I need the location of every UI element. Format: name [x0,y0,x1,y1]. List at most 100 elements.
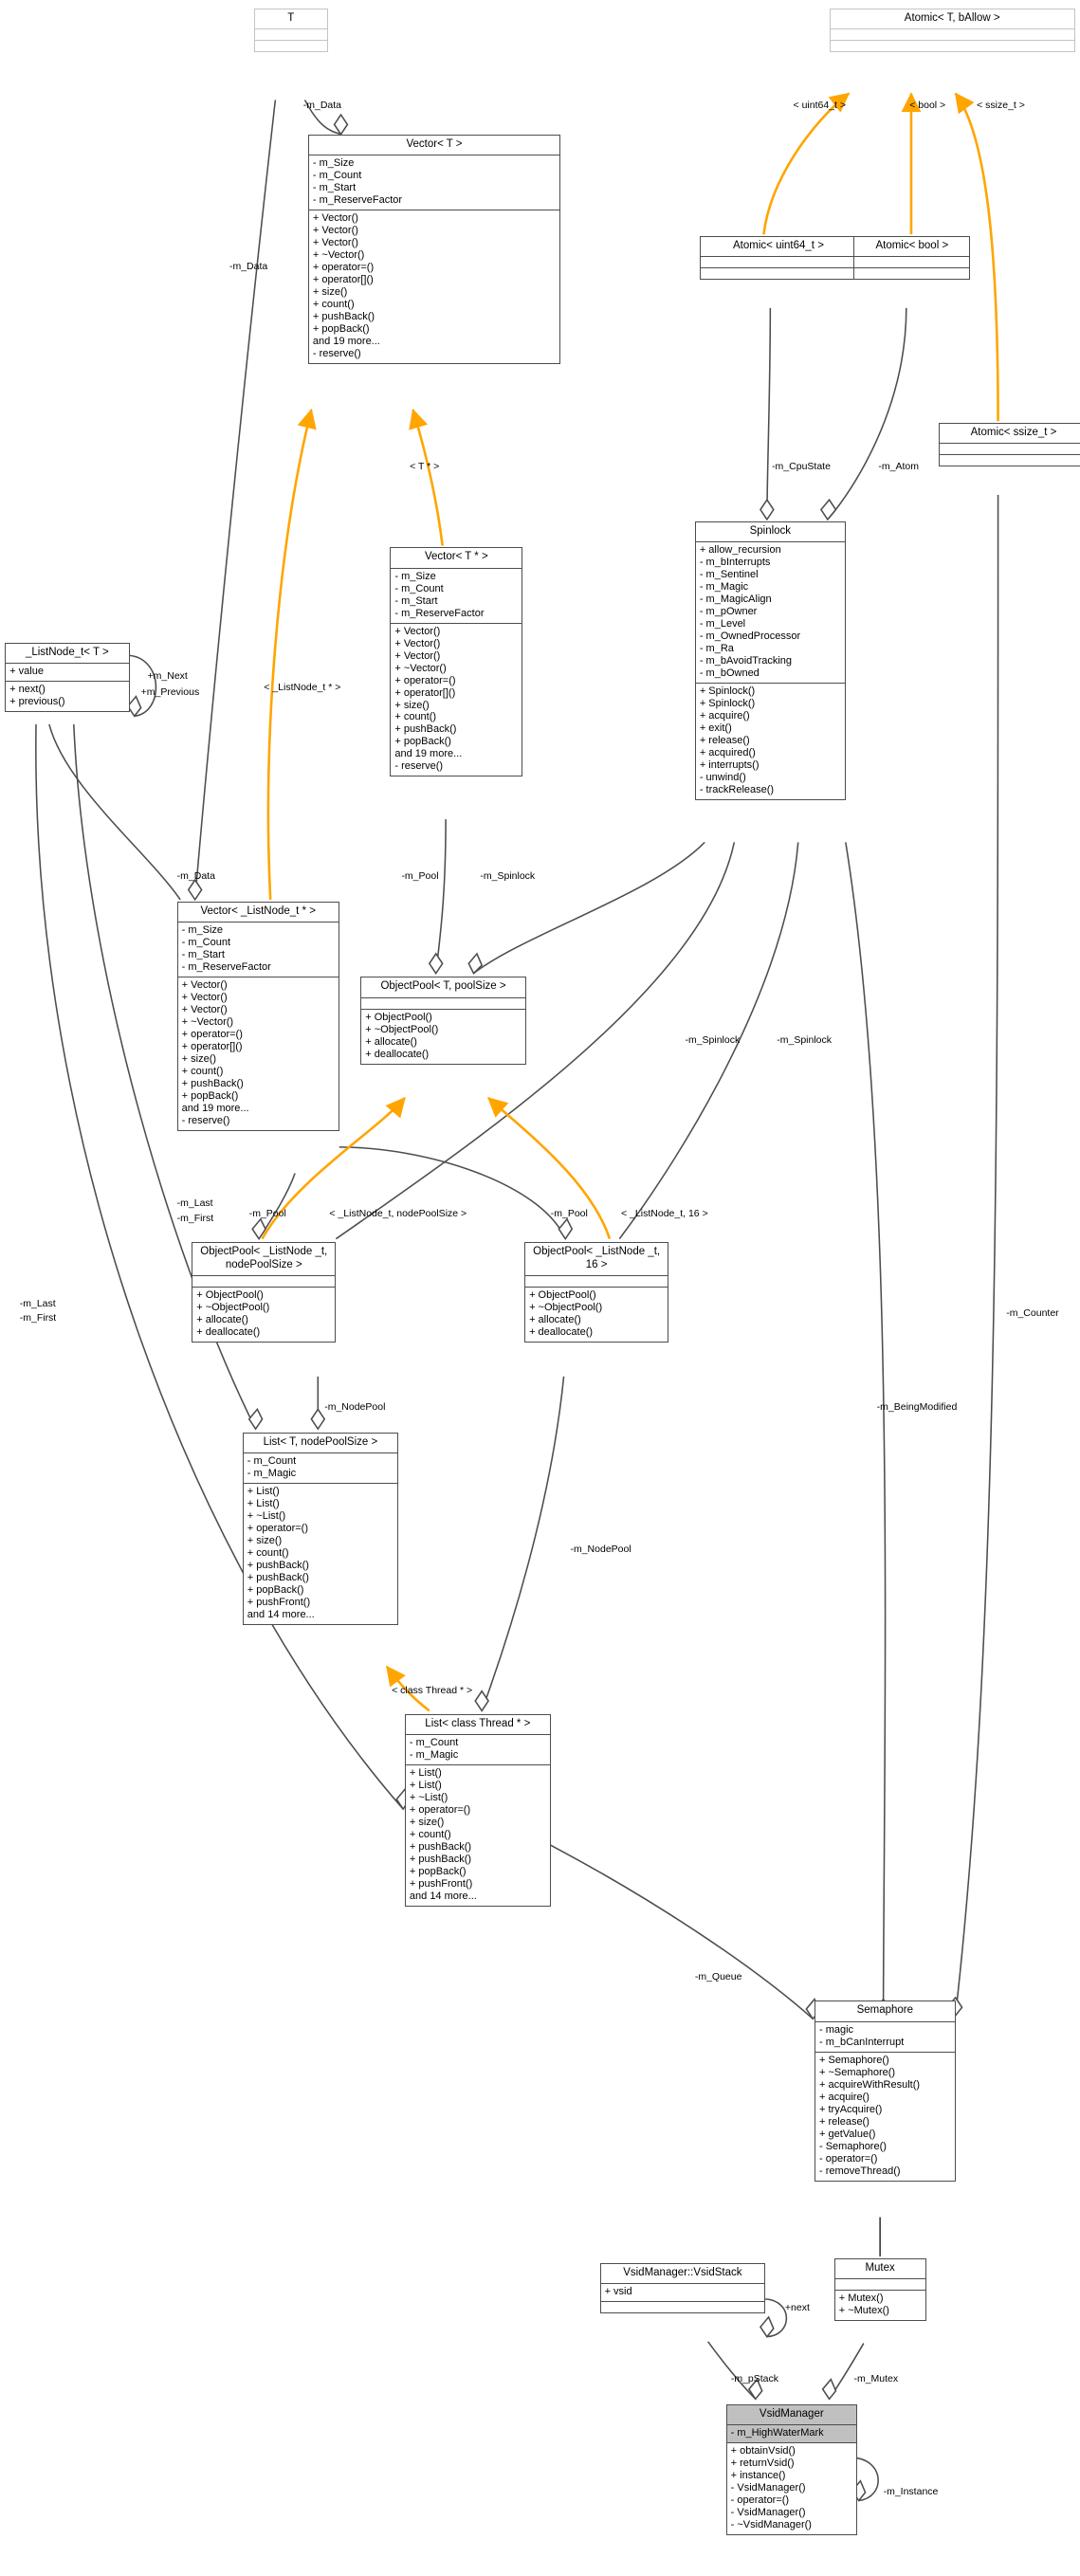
class-title: Atomic< uint64_t > [701,237,856,258]
class-node-spinlock[interactable]: Spinlock + allow_recursion - m_bInterrupts… [694,521,846,800]
operation-row: + operator=() [312,262,375,274]
class-attributes-empty [830,29,1074,42]
operation-row: + size() [247,1534,283,1546]
class-operations: + Mutex() + ~Mutex() [835,2291,925,2320]
class-title: _ListNode_t< T > [6,644,129,665]
operation-row: and 19 more... [312,335,380,347]
operation-row: + operator[]() [312,274,374,285]
class-operations-empty [255,41,327,51]
operation-row: + release() [699,734,750,746]
operation-row: + acquireWithResult() [819,2078,921,2091]
edge-label: -m_CpuState [772,460,831,472]
edge-label: < _ListNode_t * > [264,682,341,693]
operation-row: + release() [819,2115,869,2128]
class-operations: + ObjectPool() + ~ObjectPool() + allocate(… [361,1010,525,1064]
attribute-row: - m_MagicAlign [699,594,772,606]
operation-row: - removeThread() [819,2165,901,2177]
class-title: List< class Thread * > [405,1715,550,1736]
operation-row: + size() [394,699,430,711]
attribute-row: - m_Start [181,949,225,961]
attribute-row: - m_pOwner [699,606,758,618]
attribute-row: - m_Ra [699,642,734,654]
class-attributes-empty [701,257,856,269]
class-operations-empty [601,2302,765,2312]
edge-label: -m_NodePool [324,1400,386,1413]
operation-row: + Mutex() [838,2293,884,2305]
class-operations: + next() + previous() [6,682,128,711]
operation-row: + ~Vector() [394,662,447,674]
operation-row: + ~ObjectPool() [365,1023,439,1035]
class-node-mutex[interactable]: Mutex + Mutex() + ~Mutex() [833,2257,926,2322]
edge-label: -m_Spinlock [685,1033,741,1046]
attribute-row: - m_Count [312,170,362,182]
class-node-vectortptr[interactable]: Vector< T * > - m_Size - m_Count - m_Start -… [390,547,523,777]
class-title: VsidManager [726,2405,856,2426]
operation-row: + ~ObjectPool() [529,1302,603,1314]
attribute-row: - m_Size [312,157,355,170]
class-node-vsidstack[interactable]: VsidManager::VsidStack + vsid [599,2262,766,2314]
operation-row: + Spinlock() [699,685,756,697]
operation-row: + getValue() [819,2128,876,2140]
class-operations: + ObjectPool() + ~ObjectPool() + allocate(… [525,1288,668,1342]
edge-label: -m_First [19,1312,57,1325]
class-node-vsidmanager[interactable]: VsidManager - m_HighWaterMark + obtainVsid… [725,2403,857,2535]
operation-row: + pushBack() [181,1077,244,1089]
operation-row: + pushBack() [394,723,457,736]
operation-row: + pushFront() [247,1596,311,1608]
class-node-objectpoolt[interactable]: ObjectPool< T, poolSize > + ObjectPool() +… [360,977,526,1065]
edge-label: -m_Data [302,100,341,112]
class-node-vectort[interactable]: Vector< T > - m_Size - m_Count - m_Start - m… [307,134,561,364]
edge-label: -m_Counter [1006,1307,1059,1320]
edge-label: -m_Queue [694,1971,742,1983]
operation-row: + Vector() [181,992,228,1003]
attribute-row: - m_Level [699,617,746,630]
operation-row: - Semaphore() [819,2140,887,2152]
operation-row: + popBack() [409,1866,467,1878]
operation-row: and 14 more... [409,1891,477,1903]
operation-row: + List() [409,1767,442,1780]
class-attributes: + vsid [600,2284,765,2303]
attribute-row: + value [9,666,44,678]
class-attributes: - m_Count - m_Magic [243,1453,397,1485]
operation-row: + operator[]() [394,686,456,699]
class-node-listnodet[interactable]: _ListNode_t< T > + value + next() + previou… [5,642,130,712]
class-operations: + Vector() + Vector() + Vector() + ~Vector(… [391,624,522,776]
operation-row: + count() [247,1546,289,1559]
class-node-atomicssize[interactable]: Atomic< ssize_t > [939,422,1080,467]
class-node-atomicbool[interactable]: Atomic< bool > [853,235,971,281]
class-node-semaphore[interactable]: Semaphore - magic - m_bCanInterrupt + Semap… [815,2001,956,2182]
edge-label: < bool > [909,100,946,112]
class-operations-empty [940,455,1080,466]
class-attributes: - m_Size - m_Count - m_Start - m_ReserveFac… [308,155,560,211]
operation-row: + operator=() [409,1804,471,1817]
operation-row: + Semaphore() [819,2054,889,2066]
class-node-objectpool16[interactable]: ObjectPool< _ListNode _t, 16 > + ObjectPo… [524,1242,669,1343]
attribute-row: - m_Count [181,937,231,949]
class-node-vectorlistnodeptr[interactable]: Vector< _ListNode_t * > - m_Size - m_Count… [176,901,339,1131]
operation-row: + ~Vector() [312,249,365,262]
edge-label: -m_Data [229,260,268,272]
class-node-objectpoolnodepoolsize[interactable]: ObjectPool< _ListNode _t, nodePoolSize >… [192,1242,337,1343]
class-attributes: - m_Size - m_Count - m_Start - m_ReserveFac… [391,569,522,624]
operation-row: + count() [409,1829,451,1841]
class-node-atomictballow[interactable]: Atomic< T, bAllow > [829,8,1075,53]
operation-row: + pushBack() [247,1559,309,1571]
operation-row: + tryAcquire() [819,2103,883,2115]
class-title: ObjectPool< _ListNode _t, nodePoolSize > [192,1243,336,1277]
operation-row: + operator[]() [181,1040,243,1052]
edge-label: +m_Next [147,669,188,682]
edge-label: -m_Spinlock [777,1033,833,1046]
operation-row: - operator=() [730,2494,790,2506]
edge-label: -m_Pool [401,869,439,882]
edge-label: -m_Pool [550,1207,588,1219]
edge-label: +next [784,2302,810,2314]
class-title: Atomic< ssize_t > [940,424,1080,445]
attribute-row: - m_ReserveFactor [312,194,403,207]
class-node-listtnodepool[interactable]: List< T, nodePoolSize > - m_Count - m_Magi… [242,1432,398,1625]
attribute-row: - m_Count [394,582,444,594]
class-node-t[interactable]: T [253,8,328,53]
operation-row: + operator=() [247,1523,308,1534]
operation-row: + operator=() [394,674,456,686]
class-node-listthreadptr[interactable]: List< class Thread * > - m_Count - m_Magic… [404,1713,551,1908]
class-node-atomicuint64[interactable]: Atomic< uint64_t > [700,235,857,281]
